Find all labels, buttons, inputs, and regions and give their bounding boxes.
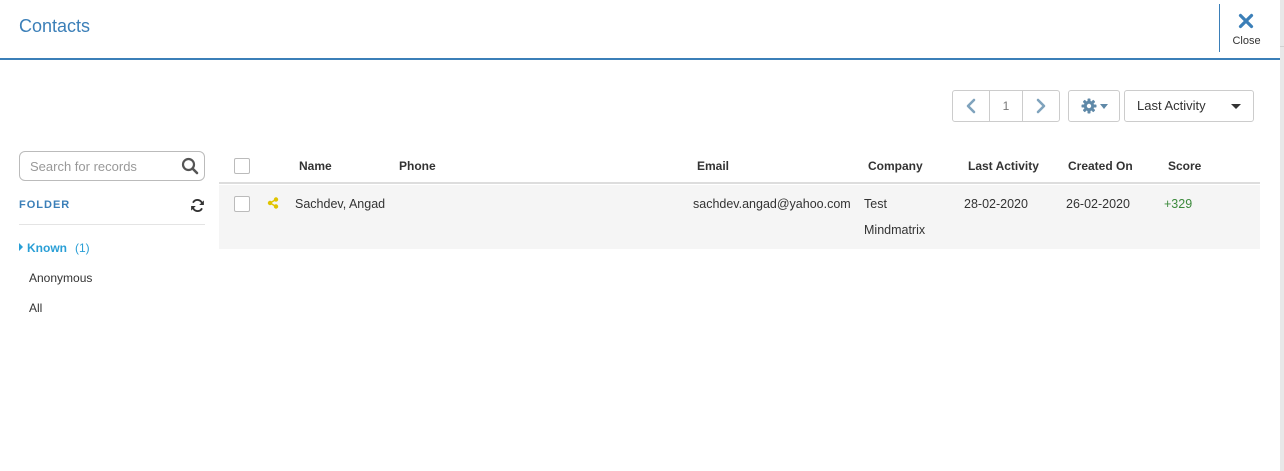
folder-heading: FOLDER (19, 199, 71, 211)
column-header-created-on[interactable]: Created On (1068, 159, 1133, 173)
folder-item-known[interactable]: Known (1) (19, 241, 90, 255)
table-header: Name Phone Email Company Last Activity C… (219, 151, 1260, 184)
column-header-last-activity[interactable]: Last Activity (968, 159, 1039, 173)
folder-item-label: All (29, 301, 43, 315)
contact-created-on: 26-02-2020 (1066, 197, 1130, 211)
search-icon[interactable] (181, 157, 199, 175)
column-header-company[interactable]: Company (868, 159, 923, 173)
folder-item-label: Known (27, 241, 67, 255)
folder-item-count: (1) (75, 241, 90, 255)
folder-item-label: Anonymous (29, 271, 93, 285)
contact-company-line: Test (864, 197, 887, 211)
search-box (19, 151, 205, 181)
contact-score: +329 (1164, 197, 1193, 211)
close-icon (1238, 13, 1254, 29)
column-header-score[interactable]: Score (1168, 159, 1201, 173)
share-icon (267, 197, 279, 209)
sort-select[interactable]: Last Activity (1124, 90, 1254, 122)
window-scrollbar[interactable] (1280, 0, 1284, 471)
settings-dropdown-button[interactable] (1068, 90, 1120, 122)
caret-right-icon (19, 243, 23, 251)
column-header-phone[interactable]: Phone (399, 159, 436, 173)
page-number[interactable]: 1 (989, 91, 1023, 121)
contact-email: sachdev.angad@yahoo.com (693, 197, 851, 211)
page-title: Contacts (19, 16, 91, 36)
contact-name-link[interactable]: Sachdev, Angad (295, 191, 385, 217)
prev-page-button[interactable] (953, 91, 989, 121)
contacts-modal: Contacts Close 1 Last Activity Search fo… (0, 0, 1280, 471)
contact-last-activity: 28-02-2020 (964, 197, 1028, 211)
caret-down-icon (1231, 104, 1241, 109)
table-row[interactable]: Sachdev, Angad sachdev.angad@yahoo.com T… (219, 185, 1260, 249)
caret-down-icon (1099, 103, 1108, 109)
gear-icon (1081, 98, 1096, 114)
pagination: 1 (952, 90, 1060, 122)
next-page-button[interactable] (1023, 91, 1059, 121)
column-header-name[interactable]: Name (299, 159, 332, 173)
sort-select-value: Last Activity (1137, 98, 1206, 113)
chevron-left-icon (966, 98, 976, 114)
column-header-email[interactable]: Email (697, 159, 729, 173)
close-label: Close (1232, 35, 1261, 47)
contact-company-line: Mindmatrix (864, 223, 926, 237)
close-button[interactable]: Close (1219, 4, 1280, 52)
row-checkbox[interactable] (234, 196, 250, 212)
divider (19, 224, 205, 225)
contact-company: Test Mindmatrix (864, 191, 925, 243)
chevron-right-icon (1036, 98, 1046, 114)
divider (1280, 46, 1284, 47)
refresh-icon[interactable] (190, 198, 205, 213)
modal-header: Contacts Close (0, 0, 1280, 60)
search-input[interactable] (20, 152, 180, 180)
folder-item-all[interactable]: All (29, 301, 42, 315)
select-all-checkbox[interactable] (234, 158, 250, 174)
folder-item-anonymous[interactable]: Anonymous (29, 271, 92, 285)
